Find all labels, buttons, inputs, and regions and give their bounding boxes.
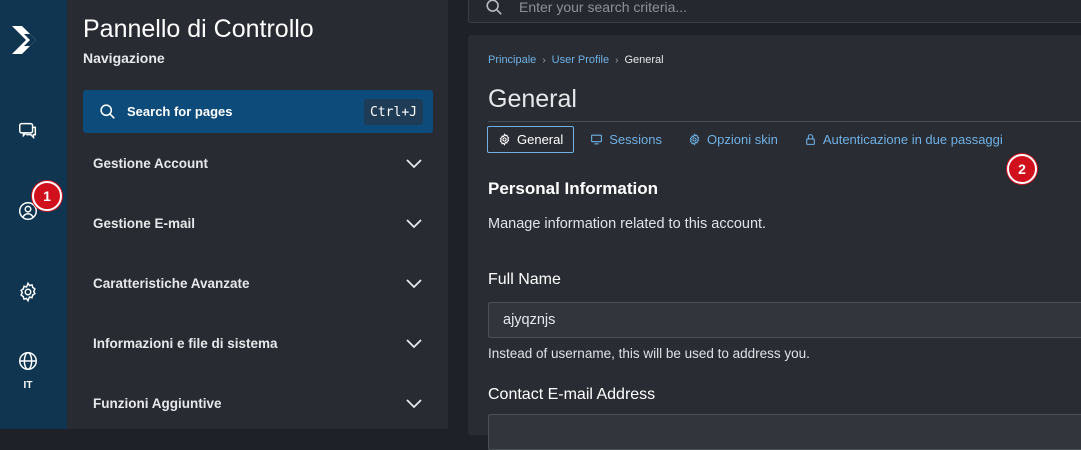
contact-email-field[interactable] [488,414,1081,450]
shortcut-hint: Ctrl+J [364,99,423,125]
breadcrumb: Principale › User Profile › General [488,54,664,66]
panel-title: Pannello di Controllo [83,15,314,43]
gear-icon [20,281,36,303]
tab-label: Opzioni skin [707,132,778,147]
section-title: Personal Information [488,179,659,198]
breadcrumb-principale[interactable]: Principale [488,54,536,66]
tab-two-factor[interactable]: Autenticazione in due passaggi [794,126,1013,153]
navigation-panel: Pannello di Controllo Navigazione Search… [67,0,448,429]
icon-rail: IT [0,0,67,429]
tab-sessions[interactable]: Sessions [580,126,672,153]
full-name-help: Instead of username, this will be used t… [488,346,810,361]
breadcrumb-current: General [624,54,664,66]
chevron-down-icon [406,399,422,409]
nav-item-label: Gestione Account [93,155,209,171]
globe-icon [19,352,37,370]
badge-1: 1 [32,181,62,211]
nav-item-label: Funzioni Aggiuntive [93,395,222,411]
breadcrumb-user-profile[interactable]: User Profile [552,54,609,66]
nav-item-informazioni-sistema[interactable]: Informazioni e file di sistema [93,328,423,358]
section-description: Manage information related to this accou… [488,216,767,232]
chat-button[interactable] [13,116,43,146]
full-name-label: Full Name [488,271,561,288]
nav-item-label: Caratteristiche Avanzate [93,275,250,291]
page-search-button[interactable]: Search for pages Ctrl+J [83,90,433,133]
gear-icon [499,133,510,146]
logo-icon[interactable] [8,20,48,60]
language-label: IT [23,380,33,391]
lock-icon [805,134,815,145]
contact-email-label: Contact E-mail Address [488,386,656,403]
chevron-down-icon [406,219,422,229]
tab-opzioni-skin[interactable]: Opzioni skin [678,126,788,153]
tab-label: General [517,132,564,147]
nav-item-label: Gestione E-mail [93,215,196,231]
main-content: Enter your search criteria... Principale… [448,0,1081,450]
nav-item-funzioni-aggiuntive[interactable]: Funzioni Aggiuntive [93,388,423,418]
full-name-field[interactable]: ajyqznjs [488,302,1081,338]
global-search-input[interactable]: Enter your search criteria... [468,0,1081,23]
chevron-down-icon [406,279,422,289]
nav-item-gestione-email[interactable]: Gestione E-mail [93,208,423,238]
page-search-label: Search for pages [127,104,233,119]
tab-label: Autenticazione in due passaggi [822,132,1003,147]
panel-subtitle: Navigazione [83,50,165,66]
nav-item-caratteristiche-avanzate[interactable]: Caratteristiche Avanzate [93,268,423,298]
monitor-icon [591,134,603,145]
nav-item-label: Informazioni e file di sistema [93,335,278,351]
page-title: General [488,85,577,113]
chevron-down-icon [406,339,422,349]
chevron-right-icon: › [615,54,619,66]
language-button[interactable] [13,346,43,376]
chat-icon [19,122,37,140]
tab-divider [488,121,1081,122]
settings-button[interactable] [13,277,43,307]
nav-item-gestione-account[interactable]: Gestione Account [93,148,423,178]
chevron-down-icon [406,159,422,169]
tab-bar: General Sessions Opzioni skin Autenticaz… [487,126,1019,153]
tab-label: Sessions [609,132,662,147]
search-icon [100,104,115,119]
tab-general[interactable]: General [487,126,575,153]
global-search-placeholder: Enter your search criteria... [519,0,688,15]
gear-icon [689,133,700,146]
search-icon [486,0,502,15]
profile-card: Principale › User Profile › General Gene… [468,35,1081,450]
badge-2: 2 [1007,154,1037,184]
chevron-right-icon: › [542,54,546,66]
